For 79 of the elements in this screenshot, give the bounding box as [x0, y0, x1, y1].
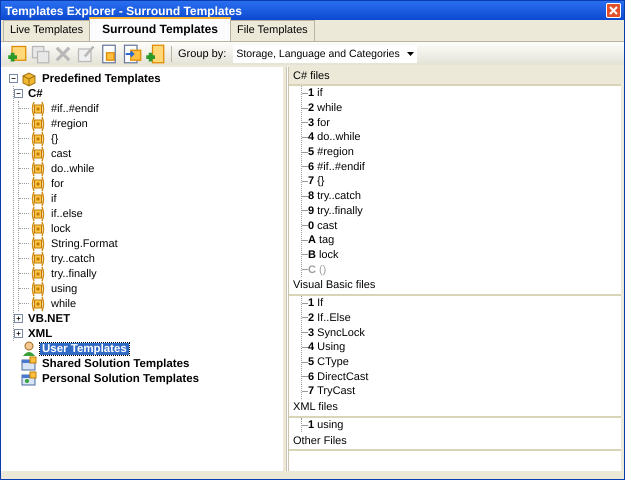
- shortcut-item[interactable]: 8 try..catch: [308, 190, 361, 202]
- page-icon[interactable]: [99, 44, 119, 64]
- template-icon: [30, 280, 46, 296]
- dropdown-arrow-icon[interactable]: [407, 52, 414, 56]
- tree-item[interactable]: do..while: [49, 162, 96, 174]
- shortcut-item[interactable]: A tag: [308, 234, 334, 246]
- shortcut-item[interactable]: 2 If..Else: [308, 312, 351, 324]
- shortcut-item[interactable]: 6 DirectCast: [308, 370, 368, 383]
- group-header: Other Files: [289, 432, 621, 452]
- shortcut-item[interactable]: 1 If: [308, 297, 324, 310]
- template-icon: [30, 266, 46, 282]
- tree-item[interactable]: for: [49, 178, 66, 190]
- shortcut-item[interactable]: 7 TryCast: [308, 385, 356, 398]
- tree-item[interactable]: Predefined Templates: [40, 72, 163, 84]
- shortcut-item[interactable]: B lock: [308, 248, 339, 261]
- tree-item[interactable]: String.Format: [49, 238, 120, 250]
- tree-item[interactable]: while: [49, 298, 78, 310]
- template-icon: [30, 296, 46, 312]
- template-icon: [30, 116, 46, 132]
- shortcut-item[interactable]: 5 CType: [308, 356, 349, 368]
- template-icon: [30, 220, 46, 236]
- import-icon[interactable]: [122, 44, 142, 64]
- tree-item[interactable]: C#: [26, 88, 45, 100]
- template-icon: [30, 146, 46, 162]
- collapse-icon[interactable]: [14, 89, 23, 98]
- template-icon: [30, 236, 46, 252]
- shortcut-item[interactable]: 0 cast: [308, 220, 338, 232]
- expand-icon[interactable]: [14, 329, 23, 338]
- tree-item[interactable]: XML: [26, 328, 54, 340]
- tree-item[interactable]: Shared Solution Templates: [40, 358, 192, 370]
- tab[interactable]: Surround Templates: [89, 17, 231, 41]
- shortcut-item[interactable]: 9 try..finally: [308, 204, 363, 217]
- template-icon: [30, 250, 46, 266]
- window-user-icon: [21, 370, 37, 386]
- shortcut-item[interactable]: 5 #region: [308, 146, 354, 158]
- shortcut-item[interactable]: 4 Using: [308, 341, 346, 354]
- add-list-icon[interactable]: [145, 44, 165, 64]
- template-icon: [30, 160, 46, 176]
- tab[interactable]: Live Templates: [3, 20, 90, 41]
- user-icon: [21, 340, 37, 356]
- box-icon: [21, 70, 37, 86]
- shortcut-item[interactable]: 1 if: [308, 87, 323, 100]
- tree-item[interactable]: {}: [49, 132, 60, 144]
- collapse-icon[interactable]: [9, 74, 18, 83]
- expand-icon[interactable]: [14, 314, 23, 323]
- tree-item[interactable]: #if..#endif: [49, 102, 101, 114]
- tree-item[interactable]: try..finally: [49, 268, 99, 280]
- tree-item[interactable]: #region: [49, 118, 90, 130]
- template-icon: [30, 190, 46, 206]
- shortcut-item[interactable]: 7 {}: [308, 175, 324, 188]
- template-icon: [30, 130, 46, 146]
- shortcut-item[interactable]: 2 while: [308, 102, 342, 114]
- group-header: Visual Basic files: [289, 276, 621, 296]
- new-icon[interactable]: [7, 44, 27, 64]
- shortcut-item[interactable]: 3 SyncLock: [308, 326, 365, 339]
- tree-item[interactable]: lock: [49, 222, 73, 234]
- shortcut-item[interactable]: 3 for: [308, 116, 330, 129]
- tree-item[interactable]: cast: [49, 148, 74, 160]
- tree-item[interactable]: if: [49, 192, 58, 204]
- tree-item[interactable]: try..catch: [49, 252, 97, 264]
- tree-item[interactable]: Personal Solution Templates: [40, 372, 201, 384]
- close-button[interactable]: [606, 3, 621, 18]
- group-by-dropdown[interactable]: Storage, Language and Categories: [233, 44, 418, 62]
- group-by-label: Group by:: [178, 48, 226, 60]
- window-title: Templates Explorer - Surround Templates: [5, 4, 242, 18]
- tab[interactable]: File Templates: [230, 20, 315, 41]
- shortcut-item[interactable]: 4 do..while: [308, 131, 361, 144]
- tree-item[interactable]: using: [49, 282, 80, 294]
- group-header: C# files: [289, 67, 621, 86]
- shortcut-item[interactable]: 1 using: [308, 419, 344, 432]
- template-icon: [30, 176, 46, 192]
- template-icon: [30, 100, 46, 116]
- template-icon: [30, 206, 46, 222]
- tree-item[interactable]: User Templates: [40, 342, 129, 354]
- window-icon: [21, 356, 37, 372]
- group-header: XML files: [289, 398, 621, 418]
- tree-item[interactable]: if..else: [49, 208, 85, 220]
- shortcut-item[interactable]: 6 #if..#endif: [308, 160, 365, 173]
- tree-item[interactable]: VB.NET: [26, 312, 72, 324]
